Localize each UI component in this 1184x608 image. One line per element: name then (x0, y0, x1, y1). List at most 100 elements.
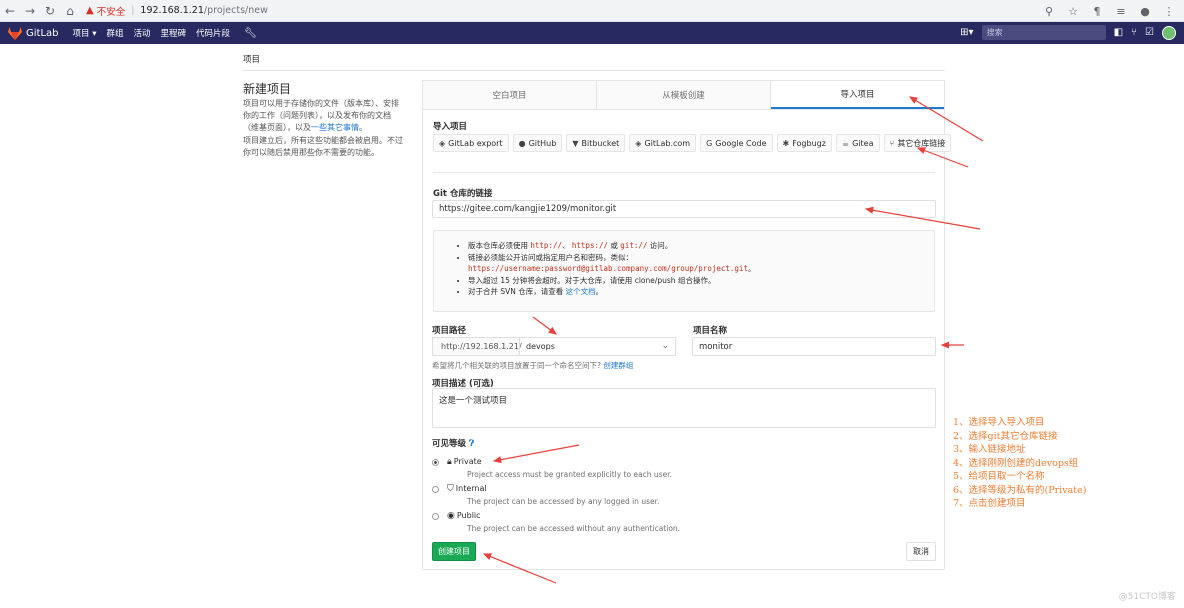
user-avatar[interactable] (1162, 25, 1176, 40)
import-google-code-button[interactable]: G Google Code (700, 134, 773, 152)
option-desc: The project can be accessed without any … (467, 524, 681, 533)
import-source-buttons: ◈ GitLab export ● GitHub ▼ Bitbucket ◈ GitLa… (433, 134, 952, 152)
url-path: /projects/new (203, 5, 268, 16)
github-icon: ● (518, 138, 526, 148)
tab-from-template[interactable]: 从模板创建 (597, 81, 771, 109)
warning-icon: ▲ (86, 5, 94, 16)
info-line-2: 链接必须能公开访问或指定用户名和密码，类似： https://username:p… (468, 252, 934, 275)
merge-request-icon[interactable]: ⑂ (1131, 27, 1137, 38)
import-gitea-button[interactable]: ☕︎ Gitea (835, 134, 880, 152)
desc-link[interactable]: 一些其它事情 (311, 123, 359, 132)
sidebar-toggle-icon[interactable]: ◧ (1114, 27, 1123, 38)
option-title: Public (456, 511, 481, 520)
create-project-button[interactable]: 创建项目 (432, 542, 476, 561)
import-label: 导入项目 (433, 122, 468, 132)
visibility-option-private[interactable]: 🔒︎ Private Project access must be granted… (432, 457, 672, 479)
namespace-select[interactable]: devops ⌄ (519, 337, 676, 356)
annotation-step: 6、选择等级为私有的(Private) (953, 484, 1087, 496)
browser-toolbar: ← → ↻ ⌂ ▲ 不安全 | 192.168.1.21/projects/ne… (0, 0, 1184, 22)
path-prefix: http://192.168.1.21/ (432, 337, 522, 356)
visibility-option-public[interactable]: ◉ Public The project can be accessed with… (432, 511, 680, 533)
info-text: 链接必须能公开访问或指定用户名和密码，类似： (468, 252, 633, 262)
forward-icon[interactable]: → (20, 1, 40, 21)
visibility-label-text: 可见等级 (432, 439, 467, 449)
gitea-icon: ☕︎ (841, 138, 850, 148)
cancel-button[interactable]: 取消 (906, 542, 936, 561)
import-gitlab-com-button[interactable]: ◈ GitLab.com (629, 134, 697, 152)
profile-icon[interactable]: ● (1136, 2, 1154, 20)
project-name-input[interactable]: monitor (692, 337, 936, 356)
project-tabs: 空白项目 从模板创建 导入项目 (422, 80, 945, 109)
radio-private[interactable] (432, 459, 439, 466)
back-icon[interactable]: ← (0, 1, 20, 21)
gitlab-header: GitLab 项目 ▾ 群组 活动 里程碑 代码片段 🔧︎ ⊞▾ 搜索 ◧ ⑂ … (0, 22, 1184, 44)
annotation-step: 1、选择导入导入项目 (953, 417, 1045, 428)
namespace-hint: 希望将几个相关联的项目放置于同一个命名空间下? 创建群组 (432, 360, 633, 371)
git-url-input[interactable]: https://gitee.com/kangjie1209/monitor.gi… (432, 200, 936, 218)
menu-icon[interactable]: ≡ (1112, 2, 1130, 20)
nav-groups[interactable]: 群组 (106, 27, 123, 39)
namespace-value: devops (526, 342, 555, 351)
import-info-box: 版本仓库必须使用 http://、 https:// 或 git:// 访问。 … (433, 230, 935, 312)
tutorial-annotations: 1、选择导入导入项目 2、选择git其它仓库链接 3、输入链接地址 4、选择刚刚… (953, 416, 1086, 511)
help-icon[interactable]: ❓︎ (469, 439, 474, 449)
tanuki-icon (8, 26, 22, 40)
import-repo-url-button[interactable]: ⑂ 其它仓库链接 (883, 134, 952, 152)
hint-text: 希望将几个相关联的项目放置于同一个命名空间下? (432, 361, 601, 370)
admin-wrench-icon[interactable]: 🔧︎ (244, 28, 257, 39)
url-host: 192.168.1.21 (140, 5, 204, 16)
breadcrumb[interactable]: 项目 (243, 53, 260, 65)
lock-icon: 🔒︎ (447, 457, 452, 467)
code-https: https:// (571, 241, 609, 250)
tab-import-project[interactable]: 导入项目 (771, 81, 944, 109)
bookmark-star-icon[interactable]: ☆ (1064, 2, 1082, 20)
main-nav: 项目 ▾ 群组 活动 里程碑 代码片段 (73, 27, 231, 39)
address-bar[interactable]: ▲ 不安全 | 192.168.1.21/projects/new (86, 2, 1086, 20)
button-label: Fogbugz (792, 138, 826, 148)
info-text: 或 (610, 241, 618, 250)
visibility-label: 可见等级 ❓︎ (432, 437, 474, 449)
annotation-step: 7、点击创建项目 (953, 498, 1026, 509)
svn-doc-link[interactable]: 这个文档 (566, 287, 596, 296)
breadcrumb-divider (243, 70, 945, 71)
annotation-step: 3、输入链接地址 (953, 444, 1026, 455)
nav-projects[interactable]: 项目 ▾ (73, 27, 97, 39)
tab-blank-project[interactable]: 空白项目 (423, 81, 597, 109)
info-text: 。 (747, 264, 756, 273)
extension-icon[interactable]: ¶ (1088, 2, 1106, 20)
radio-public[interactable] (432, 513, 439, 520)
info-text: 版本仓库必须使用 (468, 241, 528, 250)
import-github-button[interactable]: ● GitHub (512, 134, 563, 152)
page-description: 项目可以用于存储你的文件（版本库）、安排你的工作（问题列表），以及发布你的文档（… (243, 98, 405, 134)
todo-check-icon[interactable]: ☑ (1145, 27, 1154, 38)
bug-icon: ✱ (782, 138, 790, 148)
import-fogbugz-button[interactable]: ✱ Fogbugz (776, 134, 832, 152)
annotation-step: 4、选择刚刚创建的devops组 (953, 457, 1079, 469)
bitbucket-icon: ▼ (572, 138, 579, 148)
button-label: Bitbucket (581, 138, 620, 148)
search-input[interactable]: 搜索 (981, 25, 1106, 40)
visibility-option-internal[interactable]: ⛉ Internal The project can be accessed by… (432, 484, 659, 506)
radio-internal[interactable] (432, 486, 439, 493)
nav-milestones[interactable]: 里程碑 (161, 27, 187, 39)
zoom-icon[interactable]: ⚲ (1040, 2, 1058, 20)
gitlab-icon: ◈ (635, 138, 642, 148)
page-description-2: 项目建立后，所有这些功能都会被启用。不过你可以随后禁用那些你不需要的功能。 (243, 136, 403, 157)
reload-icon[interactable]: ↻ (40, 1, 60, 21)
home-icon[interactable]: ⌂ (60, 1, 80, 21)
chevron-down-icon: ⌄ (661, 341, 669, 351)
project-desc-textarea[interactable]: 这是一个测试项目 (432, 388, 936, 428)
more-icon[interactable]: ⋮ (1160, 2, 1178, 20)
desc-end: 。 (359, 123, 367, 132)
info-line-1: 版本仓库必须使用 http://、 https:// 或 git:// 访问。 (468, 240, 934, 252)
new-plus-icon[interactable]: ⊞▾ (960, 27, 973, 38)
option-title: Internal (455, 484, 487, 493)
nav-snippets[interactable]: 代码片段 (196, 27, 230, 39)
import-bitbucket-button[interactable]: ▼ Bitbucket (566, 134, 626, 152)
gitlab-logo[interactable]: GitLab (8, 26, 59, 40)
create-group-link[interactable]: 创建群组 (603, 361, 633, 370)
nav-activity[interactable]: 活动 (133, 27, 150, 39)
annotation-step: 5、给项目取一个名称 (953, 471, 1045, 482)
import-gitlab-export-button[interactable]: ◈ GitLab export (433, 134, 509, 152)
code-example-url: https://username:password@gitlab.company… (468, 264, 748, 273)
